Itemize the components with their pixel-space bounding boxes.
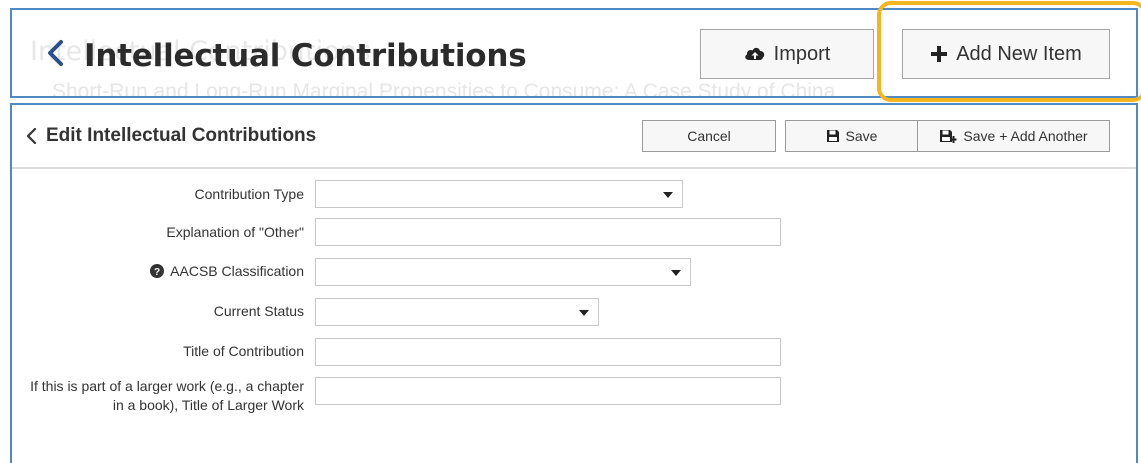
plus-icon: [931, 46, 948, 62]
current-status-select[interactable]: [315, 298, 599, 326]
aacsb-classification-label: ? AACSB Classification: [150, 263, 304, 279]
contribution-type-select[interactable]: [315, 180, 683, 208]
save-label: Save: [845, 128, 878, 144]
question-circle-icon[interactable]: ?: [150, 264, 165, 278]
contribution-type-label: Contribution Type: [194, 186, 304, 202]
title-of-contribution-input[interactable]: [315, 338, 781, 366]
import-button[interactable]: Import: [700, 29, 874, 79]
svg-text:?: ?: [154, 267, 160, 278]
larger-work-label: If this is part of a larger work (e.g., …: [30, 378, 304, 413]
cancel-label: Cancel: [687, 128, 731, 144]
current-status-label: Current Status: [213, 303, 304, 319]
add-new-item-button[interactable]: Add New Item: [902, 29, 1110, 79]
explanation-other-label: Explanation of "Other": [166, 224, 304, 240]
chevron-left-icon[interactable]: [24, 127, 40, 145]
edit-header: Edit Intellectual Contributions Cancel S…: [12, 105, 1136, 169]
save-add-another-button[interactable]: Save + Add Another: [917, 120, 1110, 152]
add-new-item-label: Add New Item: [956, 42, 1082, 65]
larger-work-input[interactable]: [315, 377, 781, 405]
floppy-disk-plus-icon: [940, 130, 957, 143]
aacsb-classification-text: AACSB Classification: [170, 263, 304, 279]
chevron-left-icon[interactable]: [42, 38, 72, 68]
edit-form-panel: Edit Intellectual Contributions Cancel S…: [10, 103, 1138, 463]
import-label: Import: [773, 42, 831, 65]
floppy-disk-icon: [826, 130, 839, 142]
cloud-upload-icon: [744, 47, 764, 60]
page-title: Intellectual Contributions: [84, 38, 527, 74]
save-button[interactable]: Save: [785, 120, 918, 152]
explanation-other-input[interactable]: [315, 218, 781, 246]
cancel-button[interactable]: Cancel: [642, 120, 776, 152]
save-add-another-label: Save + Add Another: [963, 128, 1088, 144]
list-header-panel: Intellectual Contributions Short-Run and…: [10, 8, 1138, 98]
background-row-text: Short-Run and Long-Run Marginal Propensi…: [52, 80, 836, 98]
aacsb-classification-select[interactable]: [315, 258, 691, 286]
title-of-contribution-label: Title of Contribution: [183, 343, 304, 359]
caret-down-icon: [579, 310, 589, 316]
caret-down-icon: [663, 192, 673, 198]
caret-down-icon: [671, 270, 681, 276]
edit-title: Edit Intellectual Contributions: [46, 125, 317, 146]
